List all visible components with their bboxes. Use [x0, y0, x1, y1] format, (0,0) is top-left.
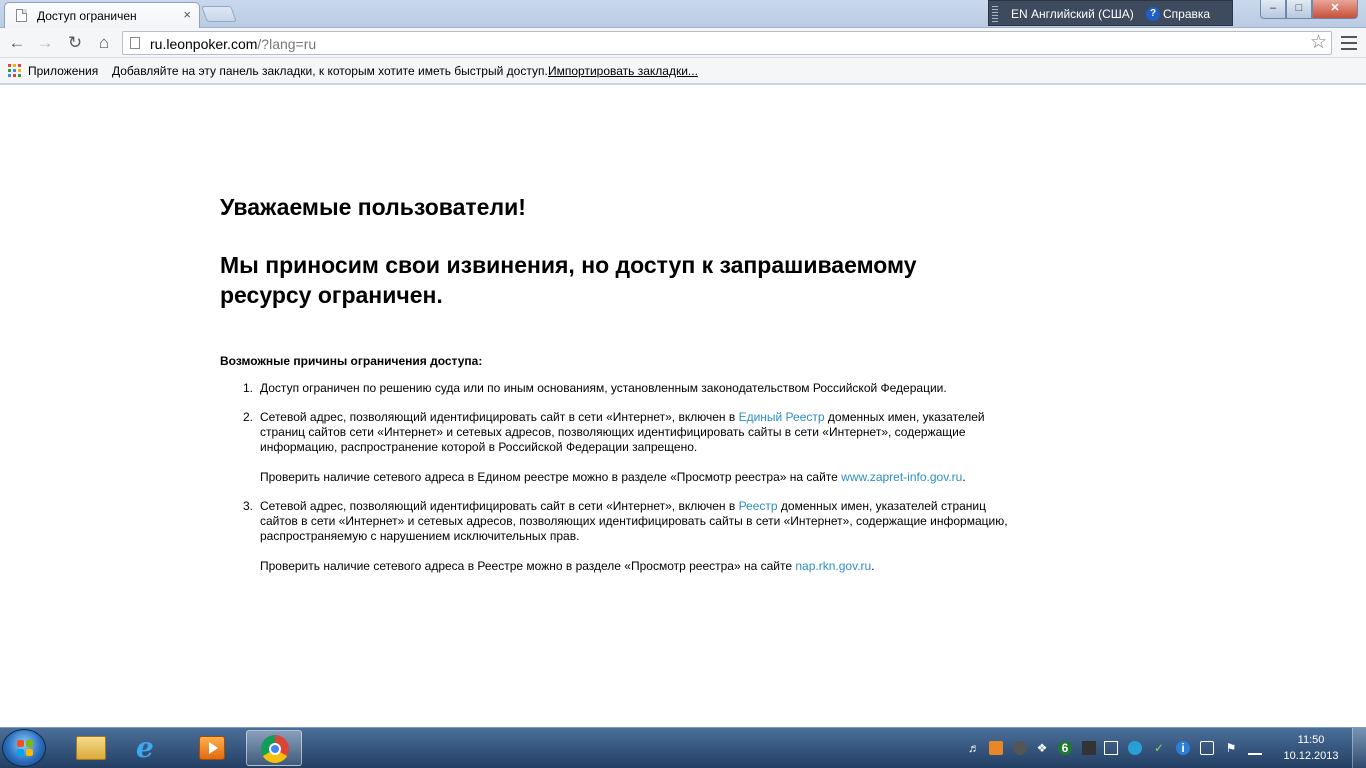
apps-icon[interactable] — [8, 64, 21, 77]
taskbar-explorer[interactable] — [62, 730, 118, 766]
import-bookmarks-link[interactable]: Импортировать закладки... — [548, 64, 698, 78]
registry-link[interactable]: Реестр — [739, 499, 778, 513]
clock-time: 11:50 — [1297, 734, 1325, 746]
url-query: /?lang=ru — [257, 36, 317, 52]
network-icon[interactable] — [1248, 741, 1262, 755]
taskbar: e ♬ ❖ 6 ✓ i ⚑ 11:50 10.12.2013 — [0, 727, 1366, 768]
webcam-icon[interactable] — [1013, 741, 1027, 755]
page-icon — [16, 9, 27, 22]
app-tray-icon[interactable] — [989, 741, 1003, 755]
grip-icon[interactable] — [992, 6, 998, 22]
reload-icon[interactable]: ↻ — [64, 32, 86, 54]
badge-icon[interactable]: 6 — [1058, 741, 1072, 755]
zapret-info-link[interactable]: www.zapret-info.gov.ru — [841, 470, 962, 484]
star-icon[interactable]: ☆ — [1310, 32, 1327, 54]
taskbar-media-player[interactable] — [184, 730, 240, 766]
reason-text: Доступ ограничен по решению суда или по … — [260, 381, 947, 395]
language-indicator[interactable]: EN Английский (США) — [1011, 7, 1134, 21]
system-clock[interactable]: 11:50 10.12.2013 — [1280, 732, 1342, 764]
blocked-notice: Уважаемые пользователи! Мы приносим свои… — [220, 193, 1010, 588]
bookmarks-bar: Приложения Добавляйте на эту панель закл… — [0, 58, 1366, 84]
browser-title-bar: Доступ ограничен × EN Английский (США) ?… — [0, 0, 1366, 28]
folder-icon — [76, 736, 106, 760]
reason-check-part: Проверить наличие сетевого адреса в Реес… — [260, 559, 796, 573]
greeting-heading: Уважаемые пользователи! — [220, 194, 526, 220]
reason-number: 2. — [243, 410, 254, 424]
media-player-icon — [199, 736, 225, 760]
display-icon[interactable] — [1082, 741, 1096, 755]
reason-text-part: Сетевой адрес, позволяющий идентифициров… — [260, 410, 739, 424]
url-text[interactable]: ru.leonpoker.com/?lang=ru — [150, 36, 316, 52]
monitor-icon[interactable] — [1104, 741, 1118, 755]
url-host: ru.leonpoker.com — [150, 36, 258, 52]
forward-arrow-icon[interactable]: → — [34, 32, 56, 54]
reasons-title: Возможные причины ограничения доступа: — [220, 354, 483, 368]
internet-explorer-icon: e — [136, 731, 154, 764]
reason-text: Сетевой адрес, позволяющий идентифициров… — [260, 410, 1010, 455]
start-button[interactable] — [2, 729, 46, 767]
reason-item: 2. Сетевой адрес, позволяющий идентифици… — [243, 410, 1010, 485]
show-desktop-button[interactable] — [1352, 728, 1366, 768]
apology-heading: Мы приносим свои извинения, но доступ к … — [220, 252, 917, 308]
tab-title: Доступ ограничен — [37, 9, 137, 23]
language-bar: EN Английский (США) ? Справка — [988, 0, 1233, 26]
reason-check-text: Проверить наличие сетевого адреса в Реес… — [260, 559, 1010, 574]
close-window-button[interactable]: ✕ — [1312, 0, 1358, 19]
reason-check-text: Проверить наличие сетевого адреса в Един… — [260, 470, 1010, 485]
reason-item: 3. Сетевой адрес, позволяющий идентифици… — [243, 499, 1010, 574]
reasons-list: 1. Доступ ограничен по решению суда или … — [220, 381, 1010, 574]
reason-text-part: Сетевой адрес, позволяющий идентифициров… — [260, 499, 739, 513]
reason-number: 3. — [243, 499, 254, 513]
unified-registry-link[interactable]: Единый Реестр — [739, 410, 825, 424]
nap-rkn-link[interactable]: nap.rkn.gov.ru — [795, 559, 871, 573]
chrome-icon — [261, 735, 289, 763]
reason-check-part: . — [871, 559, 875, 573]
windows-logo-icon — [17, 740, 33, 756]
menu-icon[interactable] — [1341, 36, 1357, 50]
back-arrow-icon[interactable]: ← — [6, 32, 28, 54]
checkmark-icon[interactable]: ✓ — [1152, 741, 1166, 755]
tab-active[interactable]: Доступ ограничен × — [4, 2, 200, 28]
page-icon — [130, 37, 140, 49]
network-globe-icon[interactable] — [1128, 741, 1142, 755]
bookmarks-hint: Добавляйте на эту панель закладки, к кот… — [112, 64, 548, 78]
reason-text: Сетевой адрес, позволяющий идентифициров… — [260, 499, 1010, 544]
maximize-button[interactable]: □ — [1286, 0, 1312, 19]
page-content: Уважаемые пользователи! Мы приносим свои… — [0, 85, 1366, 727]
home-icon[interactable]: ⌂ — [93, 32, 115, 54]
info-icon[interactable]: i — [1176, 741, 1190, 755]
reason-check-part: Проверить наличие сетевого адреса в Един… — [260, 470, 842, 484]
reason-check-part: . — [962, 470, 966, 484]
volume-icon[interactable]: ♬ — [967, 741, 981, 755]
reason-number: 1. — [243, 381, 254, 395]
clock-date: 10.12.2013 — [1283, 750, 1339, 762]
new-tab-button[interactable] — [201, 6, 237, 22]
help-icon[interactable]: ? — [1146, 7, 1160, 21]
device-icon[interactable] — [1200, 741, 1214, 755]
reason-item: 1. Доступ ограничен по решению суда или … — [243, 381, 1010, 396]
action-center-flag-icon[interactable]: ⚑ — [1224, 741, 1238, 755]
address-bar[interactable]: ru.leonpoker.com/?lang=ru ☆ — [122, 31, 1332, 55]
taskbar-internet-explorer[interactable]: e — [124, 730, 180, 766]
tab-close-icon[interactable]: × — [183, 7, 191, 22]
taskbar-chrome[interactable] — [246, 730, 302, 766]
help-button[interactable]: Справка — [1163, 7, 1210, 21]
bluetooth-icon[interactable]: ❖ — [1035, 741, 1049, 755]
minimize-button[interactable]: – — [1260, 0, 1286, 19]
apps-bookmark[interactable]: Приложения — [28, 64, 98, 78]
browser-toolbar: ← → ↻ ⌂ ru.leonpoker.com/?lang=ru ☆ — [0, 28, 1366, 58]
